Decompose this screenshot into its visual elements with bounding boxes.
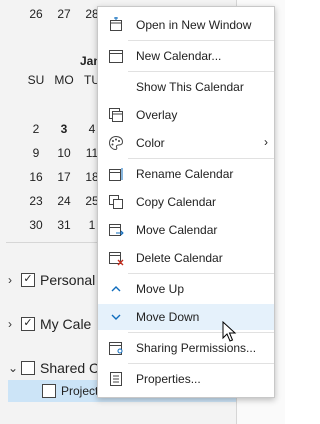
- date-cell[interactable]: 26: [24, 2, 48, 26]
- open-window-icon: [110, 17, 122, 31]
- menu-item-new-calendar[interactable]: New Calendar...: [98, 43, 274, 69]
- menu-item-label: Overlay: [136, 108, 178, 122]
- chevron-down-icon: [111, 314, 121, 320]
- menu-item-copy-calendar[interactable]: Copy Calendar: [98, 189, 274, 215]
- chevron-down-icon[interactable]: ⌄: [8, 361, 18, 375]
- overlay-icon: [109, 108, 123, 122]
- menu-item-properties[interactable]: Properties...: [98, 366, 274, 392]
- rename-calendar-icon: [109, 168, 123, 181]
- menu-item-overlay[interactable]: Overlay: [98, 102, 274, 128]
- menu-item-show-this-calendar[interactable]: Show This Calendar: [98, 74, 274, 100]
- menu-item-move-down[interactable]: Move Down: [98, 304, 274, 330]
- calendar-group-shared[interactable]: ⌄ Shared C: [8, 358, 99, 378]
- menu-item-color[interactable]: Color ›: [98, 130, 274, 156]
- group-label: My Cale: [40, 316, 92, 332]
- date-cell[interactable]: 24: [52, 189, 76, 213]
- date-cell[interactable]: 27: [52, 2, 76, 26]
- calendar-group-personal[interactable]: › ✓ Personal: [8, 270, 95, 290]
- copy-calendar-icon: [109, 195, 123, 209]
- menu-item-label: Show This Calendar: [136, 80, 244, 94]
- menu-item-move-up[interactable]: Move Up: [98, 276, 274, 302]
- menu-item-move-calendar[interactable]: Move Calendar: [98, 217, 274, 243]
- menu-item-open-in-new-window[interactable]: Open in New Window: [98, 12, 274, 38]
- menu-separator: [128, 332, 274, 333]
- menu-separator: [128, 363, 274, 364]
- sharing-permissions-icon: [109, 342, 123, 355]
- menu-item-label: Copy Calendar: [136, 195, 217, 209]
- checkbox-checked[interactable]: ✓: [21, 273, 35, 287]
- menu-item-label: Open in New Window: [136, 18, 252, 32]
- move-calendar-icon: [109, 224, 124, 236]
- palette-icon: [108, 135, 124, 151]
- group-label: Shared C: [40, 360, 100, 376]
- context-menu: Open in New Window New Calendar... Show …: [97, 6, 275, 398]
- date-cell[interactable]: 17: [52, 165, 76, 189]
- menu-separator: [128, 40, 274, 41]
- menu-item-sharing-permissions[interactable]: Sharing Permissions...: [98, 335, 274, 361]
- new-calendar-icon: [109, 50, 123, 63]
- menu-separator: [128, 71, 274, 72]
- calendar-group-my-calendars[interactable]: › ✓ My Cale: [8, 314, 91, 334]
- menu-item-label: Rename Calendar: [136, 167, 234, 181]
- menu-item-label: Properties...: [136, 372, 201, 386]
- menu-item-label: Delete Calendar: [136, 251, 223, 265]
- checkbox-unchecked[interactable]: [21, 361, 35, 375]
- date-cell[interactable]: 23: [24, 189, 48, 213]
- properties-icon: [110, 372, 122, 386]
- mouse-pointer-icon: [222, 321, 237, 342]
- menu-item-rename-calendar[interactable]: Rename Calendar: [98, 161, 274, 187]
- checkbox-unchecked[interactable]: [42, 384, 56, 398]
- calendar-item-label: Project: [61, 384, 99, 398]
- checkbox-checked[interactable]: ✓: [21, 317, 35, 331]
- date-cell[interactable]: 30: [24, 213, 48, 237]
- chevron-right-icon[interactable]: ›: [8, 317, 18, 331]
- chevron-right-icon: ›: [264, 135, 268, 149]
- menu-item-label: Sharing Permissions...: [136, 341, 257, 355]
- menu-item-label: Move Up: [136, 282, 185, 296]
- date-cell[interactable]: 2: [24, 117, 48, 141]
- group-label: Personal: [40, 272, 96, 288]
- weekday-header: MO: [54, 73, 74, 87]
- date-cell[interactable]: 31: [52, 213, 76, 237]
- weekday-header: SU: [27, 73, 45, 87]
- date-cell[interactable]: 10: [52, 141, 76, 165]
- menu-item-delete-calendar[interactable]: Delete Calendar: [98, 245, 274, 271]
- delete-calendar-icon: [109, 252, 124, 266]
- chevron-up-icon: [111, 286, 121, 292]
- menu-separator: [128, 273, 274, 274]
- menu-item-label: Move Calendar: [136, 223, 218, 237]
- menu-item-label: Move Down: [136, 310, 200, 324]
- menu-item-label: Color: [136, 136, 165, 150]
- menu-item-label: New Calendar...: [136, 49, 222, 63]
- chevron-right-icon[interactable]: ›: [8, 273, 18, 287]
- date-cell[interactable]: 9: [24, 141, 48, 165]
- date-cell-today[interactable]: 3: [52, 117, 76, 141]
- menu-separator: [128, 158, 274, 159]
- date-cell[interactable]: 16: [24, 165, 48, 189]
